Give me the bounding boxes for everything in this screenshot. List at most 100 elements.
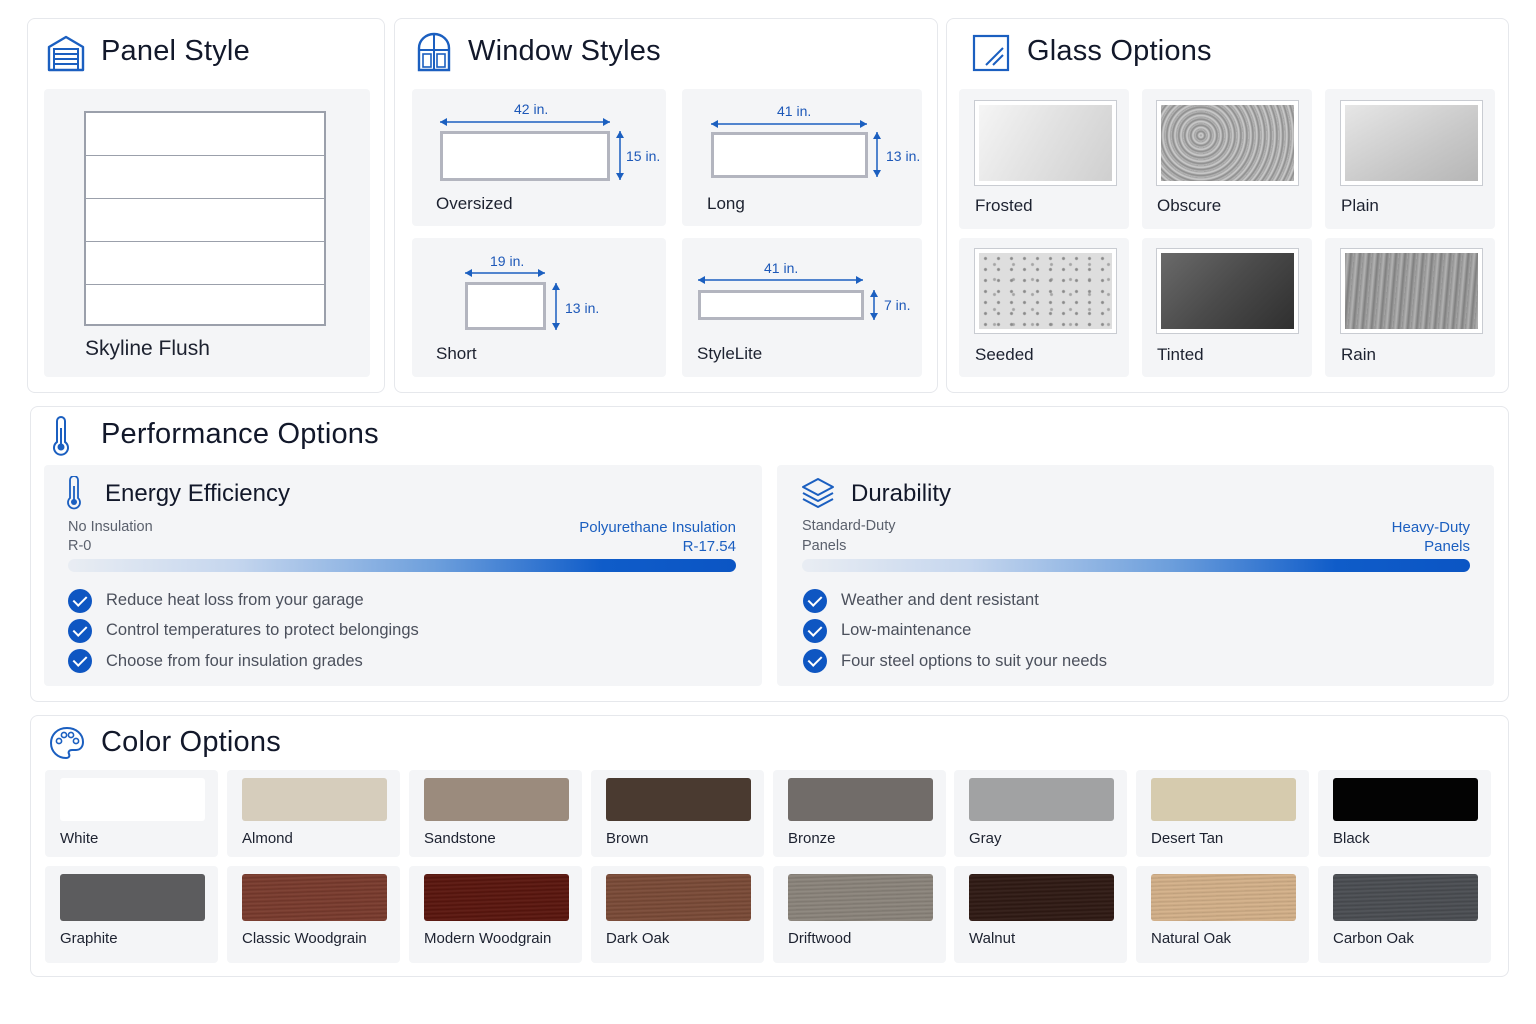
durability-high-label: Heavy-Duty [1391, 519, 1470, 536]
glass-name-plain: Plain [1341, 196, 1379, 215]
color-swatch [969, 874, 1114, 921]
color-tile-desert-tan[interactable]: Desert Tan [1136, 770, 1309, 857]
color-swatch [788, 874, 933, 921]
energy-feature: Choose from four insulation grades [106, 652, 363, 670]
window-width-label: 41 in. [764, 260, 799, 276]
color-tile-sandstone[interactable]: Sandstone [409, 770, 582, 857]
window-shape-oversized [440, 131, 610, 181]
check-icon [803, 589, 827, 613]
window-name-short: Short [436, 344, 477, 363]
color-swatch [1333, 778, 1478, 821]
energy-scale-bar [68, 559, 736, 572]
window-shape-short [465, 282, 546, 330]
energy-low-label: No Insulation [68, 519, 153, 535]
durability-title: Durability [851, 480, 952, 507]
energy-high-value: R-17.54 [682, 538, 736, 555]
color-name: Gray [969, 830, 1002, 847]
color-tile-driftwood[interactable]: Driftwood [773, 866, 946, 963]
color-tile-bronze[interactable]: Bronze [773, 770, 946, 857]
color-tile-carbon-oak[interactable]: Carbon Oak [1318, 866, 1491, 963]
glass-sample-frosted [974, 100, 1117, 186]
color-swatch [60, 874, 205, 921]
color-tile-classic-woodgrain[interactable]: Classic Woodgrain [227, 866, 400, 963]
color-name: Natural Oak [1151, 930, 1232, 947]
durability-scale-bar [802, 559, 1470, 572]
check-icon [68, 649, 92, 673]
color-name: Modern Woodgrain [424, 930, 552, 947]
color-swatch [60, 778, 205, 821]
window-width-label: 19 in. [490, 253, 525, 269]
glass-pane-icon [972, 34, 1010, 72]
color-tile-walnut[interactable]: Walnut [954, 866, 1127, 963]
window-height-label: 13 in. [886, 148, 921, 164]
color-tile-modern-woodgrain[interactable]: Modern Woodgrain [409, 866, 582, 963]
palette-icon [49, 726, 85, 760]
panel-preview [84, 111, 326, 326]
color-tile-dark-oak[interactable]: Dark Oak [591, 866, 764, 963]
color-name: Driftwood [788, 930, 852, 947]
durability-high-value: Panels [1424, 538, 1470, 555]
energy-low-value: R-0 [68, 538, 92, 554]
color-name: Brown [606, 830, 649, 847]
durability-feature: Four steel options to suit your needs [841, 652, 1107, 670]
color-tile-almond[interactable]: Almond [227, 770, 400, 857]
color-tile-white[interactable]: White [45, 770, 218, 857]
durability-feature: Low-maintenance [841, 621, 972, 639]
window-name-long: Long [707, 194, 745, 213]
color-tile-gray[interactable]: Gray [954, 770, 1127, 857]
glass-options-title: Glass Options [1027, 35, 1212, 67]
energy-feature: Control temperatures to protect belongin… [106, 621, 419, 639]
color-name: Desert Tan [1151, 830, 1224, 847]
window-height-label: 15 in. [626, 148, 661, 164]
energy-efficiency-title: Energy Efficiency [105, 480, 290, 507]
color-tile-graphite[interactable]: Graphite [45, 866, 218, 963]
garage-door-icon [47, 35, 85, 72]
color-name: Almond [242, 830, 293, 847]
check-icon [803, 649, 827, 673]
color-swatch [788, 778, 933, 821]
durability-feature: Weather and dent resistant [841, 591, 1039, 609]
glass-sample-tinted [1156, 248, 1299, 334]
color-tile-black[interactable]: Black [1318, 770, 1491, 857]
glass-name-seeded: Seeded [975, 345, 1034, 364]
color-name: Graphite [60, 930, 118, 947]
color-options-title: Color Options [101, 726, 281, 758]
window-width-label: 42 in. [514, 101, 549, 117]
durability-low-value: Panels [802, 538, 847, 554]
color-name: Walnut [969, 930, 1016, 947]
layers-icon [802, 478, 834, 508]
color-swatch [969, 778, 1114, 821]
color-swatch [242, 874, 387, 921]
glass-sample-rain [1340, 248, 1483, 334]
energy-feature: Reduce heat loss from your garage [106, 591, 364, 609]
glass-name-rain: Rain [1341, 345, 1376, 364]
color-swatch [1151, 874, 1296, 921]
arched-window-icon [417, 32, 451, 72]
color-swatch [242, 778, 387, 821]
color-swatch [606, 874, 751, 921]
color-tile-natural-oak[interactable]: Natural Oak [1136, 866, 1309, 963]
color-swatch [1333, 874, 1478, 921]
window-height-label: 7 in. [884, 297, 911, 313]
color-name: White [60, 830, 99, 847]
color-tile-brown[interactable]: Brown [591, 770, 764, 857]
color-name: Dark Oak [606, 930, 670, 947]
color-swatch [1151, 778, 1296, 821]
window-width-label: 41 in. [777, 103, 812, 119]
glass-sample-plain [1340, 100, 1483, 186]
check-icon [803, 619, 827, 643]
color-name: Sandstone [424, 830, 496, 847]
window-name-stylelite: StyleLite [697, 344, 763, 363]
durability-low-label: Standard-Duty [802, 518, 896, 534]
glass-name-tinted: Tinted [1157, 345, 1204, 364]
color-swatch [424, 874, 569, 921]
thermometer-icon [53, 416, 69, 456]
color-name: Black [1333, 830, 1370, 847]
color-name: Bronze [788, 830, 836, 847]
window-shape-long [711, 132, 868, 178]
color-swatch [606, 778, 751, 821]
performance-options-title: Performance Options [101, 418, 379, 450]
panel-style-title: Panel Style [101, 35, 250, 67]
color-name: Classic Woodgrain [242, 930, 367, 947]
window-shape-stylelite [698, 290, 864, 320]
